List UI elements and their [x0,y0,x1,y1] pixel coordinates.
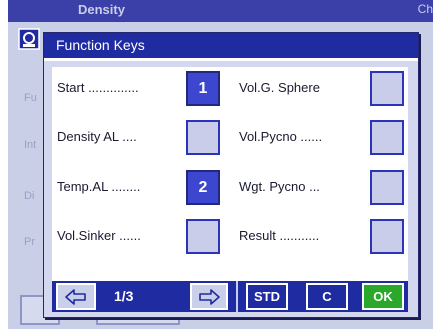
arrow-left-icon [65,288,86,305]
background-title: Density [78,2,125,17]
std-button[interactable]: STD [246,283,288,310]
background-item-protocol: Pr [24,236,35,248]
arrow-right-icon [199,288,220,305]
function-key-list: Start .............. 1 Density AL .... T… [52,67,408,279]
background-item-display: Di [24,190,35,202]
dialog-title: Function Keys [56,37,145,53]
key-temp-al[interactable]: 2 [186,170,220,205]
key-result[interactable] [370,219,404,254]
page-indicator: 1/3 [114,288,134,304]
label-start: Start .............. [57,80,139,95]
clear-button[interactable]: C [306,283,348,310]
scale-icon [18,28,40,50]
previous-page-button[interactable] [56,283,96,310]
key-vol-pycno[interactable] [370,120,404,155]
ok-button[interactable]: OK [362,283,404,310]
label-vol-g-sphere: Vol.G. Sphere [239,80,320,95]
label-temp-al: Temp.AL ........ [57,179,141,194]
key-start[interactable]: 1 [186,71,220,106]
background-item-info: Int [24,139,37,151]
background-item-function: Fu [24,92,37,104]
nav-separator [236,281,238,312]
key-vol-g-sphere[interactable] [370,71,404,106]
key-wgt-pycno[interactable] [370,170,404,205]
label-wgt-pycno: Wgt. Pycno ... [239,179,320,194]
background-corner-text: Ch [417,2,433,16]
label-vol-sinker: Vol.Sinker ...... [57,228,141,243]
next-page-button[interactable] [190,283,228,310]
key-density-al[interactable] [186,120,220,155]
label-result: Result ........... [239,228,320,243]
navigation-bar: 1/3 STD C OK [52,281,408,312]
background-header: Density Ch [8,0,433,22]
function-keys-dialog: Function Keys Start .............. 1 Den… [43,32,419,318]
label-vol-pycno: Vol.Pycno ...... [239,129,323,144]
key-vol-sinker[interactable] [186,219,220,254]
dialog-title-bar: Function Keys [44,33,418,61]
label-density-al: Density AL .... [57,129,137,144]
